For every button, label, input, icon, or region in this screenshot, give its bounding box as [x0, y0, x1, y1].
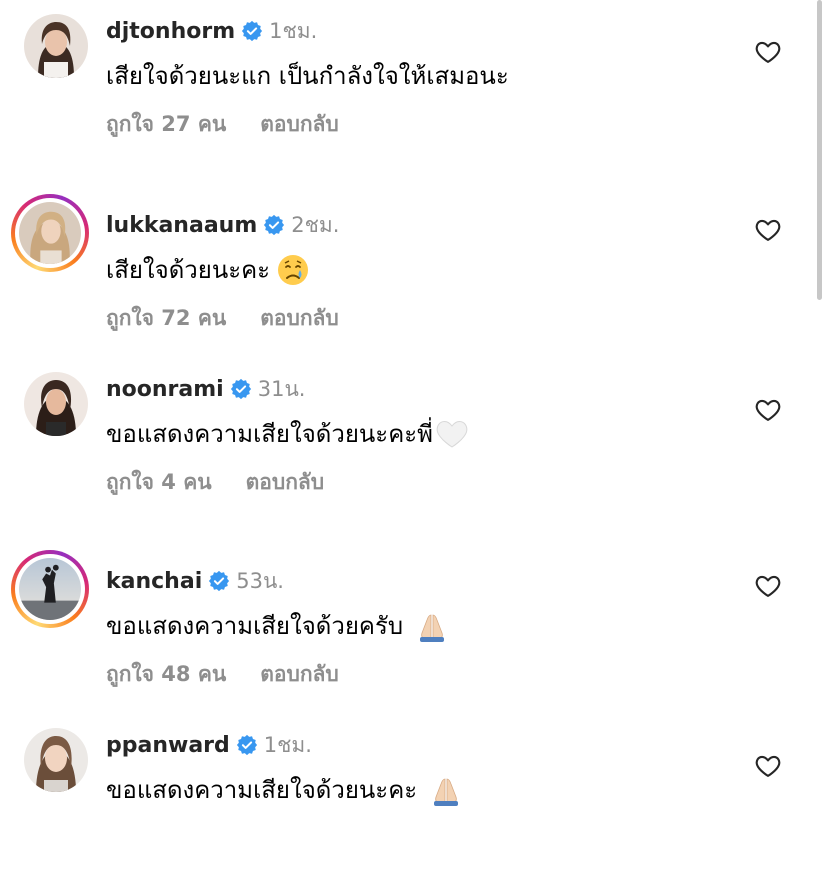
avatar[interactable]: [24, 728, 88, 792]
comment-text: เสียใจด้วยนะคะ: [106, 250, 310, 289]
comment-item: djtonhorm 1ชม. เสียใจด้วยนะแก เป็นกำลังใ…: [0, 0, 828, 178]
comment-text: ขอแสดงความเสียใจด้วยครับ: [106, 606, 449, 645]
comment-text-body: เสียใจด้วยนะแก เป็นกำลังใจให้เสมอนะ: [106, 62, 509, 90]
comment-item: lukkanaaum 2ชม. เสียใจด้วยนะคะ ถูกใจ 72 …: [0, 194, 828, 372]
like-heart-icon[interactable]: [754, 38, 782, 66]
woman-portrait-avatar-icon: [24, 728, 88, 792]
silhouette-sunset-avatar-icon: [19, 558, 81, 620]
username-link[interactable]: noonrami: [106, 377, 224, 402]
folded-hands-emoji-icon: [429, 773, 463, 807]
comment-meta: ถูกใจ 48 คน ตอบกลับ: [106, 658, 339, 691]
verified-badge-icon: [241, 20, 263, 42]
comment-timestamp: 31น.: [257, 376, 306, 401]
likes-count-link[interactable]: ถูกใจ 48 คน: [106, 662, 226, 686]
username-link[interactable]: ppanward: [106, 733, 230, 758]
comment-meta: ถูกใจ 72 คน ตอบกลับ: [106, 302, 339, 335]
woman-portrait-avatar-icon: [24, 14, 88, 78]
avatar-story-ring[interactable]: [11, 550, 89, 628]
likes-count-link[interactable]: ถูกใจ 27 คน: [106, 112, 226, 136]
likes-count-link[interactable]: ถูกใจ 72 คน: [106, 306, 226, 330]
comment-text-body: ขอแสดงความเสียใจด้วยครับ: [106, 612, 404, 640]
comment-meta: ถูกใจ 27 คน ตอบกลับ: [106, 108, 339, 141]
like-heart-icon[interactable]: [754, 572, 782, 600]
like-heart-icon[interactable]: [754, 396, 782, 424]
username-link[interactable]: djtonhorm: [106, 19, 235, 44]
comment-timestamp: 1ชม.: [269, 18, 318, 43]
reply-button[interactable]: ตอบกลับ: [260, 306, 339, 330]
comment-text: ขอแสดงความเสียใจด้วยนะคะพี่: [106, 414, 469, 453]
comment-text-body: ขอแสดงความเสียใจด้วยนะคะพี่: [106, 420, 433, 448]
comment-text-body: ขอแสดงความเสียใจด้วยนะคะ: [106, 776, 418, 804]
like-heart-icon[interactable]: [754, 216, 782, 244]
verified-badge-icon: [208, 570, 230, 592]
comment-text: ขอแสดงความเสียใจด้วยนะคะ: [106, 770, 463, 809]
comment-meta: ถูกใจ 4 คน ตอบกลับ: [106, 466, 324, 499]
scrollbar[interactable]: [817, 0, 822, 300]
reply-button[interactable]: ตอบกลับ: [246, 470, 325, 494]
comment-timestamp: 1ชม.: [263, 732, 312, 757]
woman-portrait-avatar-icon: [19, 202, 81, 264]
verified-badge-icon: [263, 214, 285, 236]
reply-button[interactable]: ตอบกลับ: [260, 662, 339, 686]
woman-portrait-avatar-icon: [24, 372, 88, 436]
avatar[interactable]: [24, 372, 88, 436]
comment-item: noonrami 31น. ขอแสดงความเสียใจด้วยนะคะพี…: [0, 358, 828, 536]
username-link[interactable]: lukkanaaum: [106, 213, 257, 238]
comment-text: เสียใจด้วยนะแก เป็นกำลังใจให้เสมอนะ: [106, 56, 509, 95]
username-link[interactable]: kanchai: [106, 569, 202, 594]
verified-badge-icon: [236, 734, 258, 756]
comment-item: ppanward 1ชม. ขอแสดงความเสียใจด้วยนะคะ: [0, 714, 828, 892]
comment-text-body: เสียใจด้วยนะคะ: [106, 256, 271, 284]
folded-hands-emoji-icon: [415, 609, 449, 643]
reply-button[interactable]: ตอบกลับ: [260, 112, 339, 136]
comment-timestamp: 2ชม.: [291, 212, 340, 237]
likes-count-link[interactable]: ถูกใจ 4 คน: [106, 470, 212, 494]
crying-face-emoji-icon: [276, 253, 310, 287]
avatar[interactable]: [24, 14, 88, 78]
avatar-story-ring[interactable]: [11, 194, 89, 272]
comment-timestamp: 53น.: [236, 568, 284, 593]
verified-badge-icon: [230, 378, 252, 400]
white-heart-emoji-icon: [435, 417, 469, 451]
comment-item: kanchai 53น. ขอแสดงความเสียใจด้วยครับ ถู…: [0, 550, 828, 728]
like-heart-icon[interactable]: [754, 752, 782, 780]
